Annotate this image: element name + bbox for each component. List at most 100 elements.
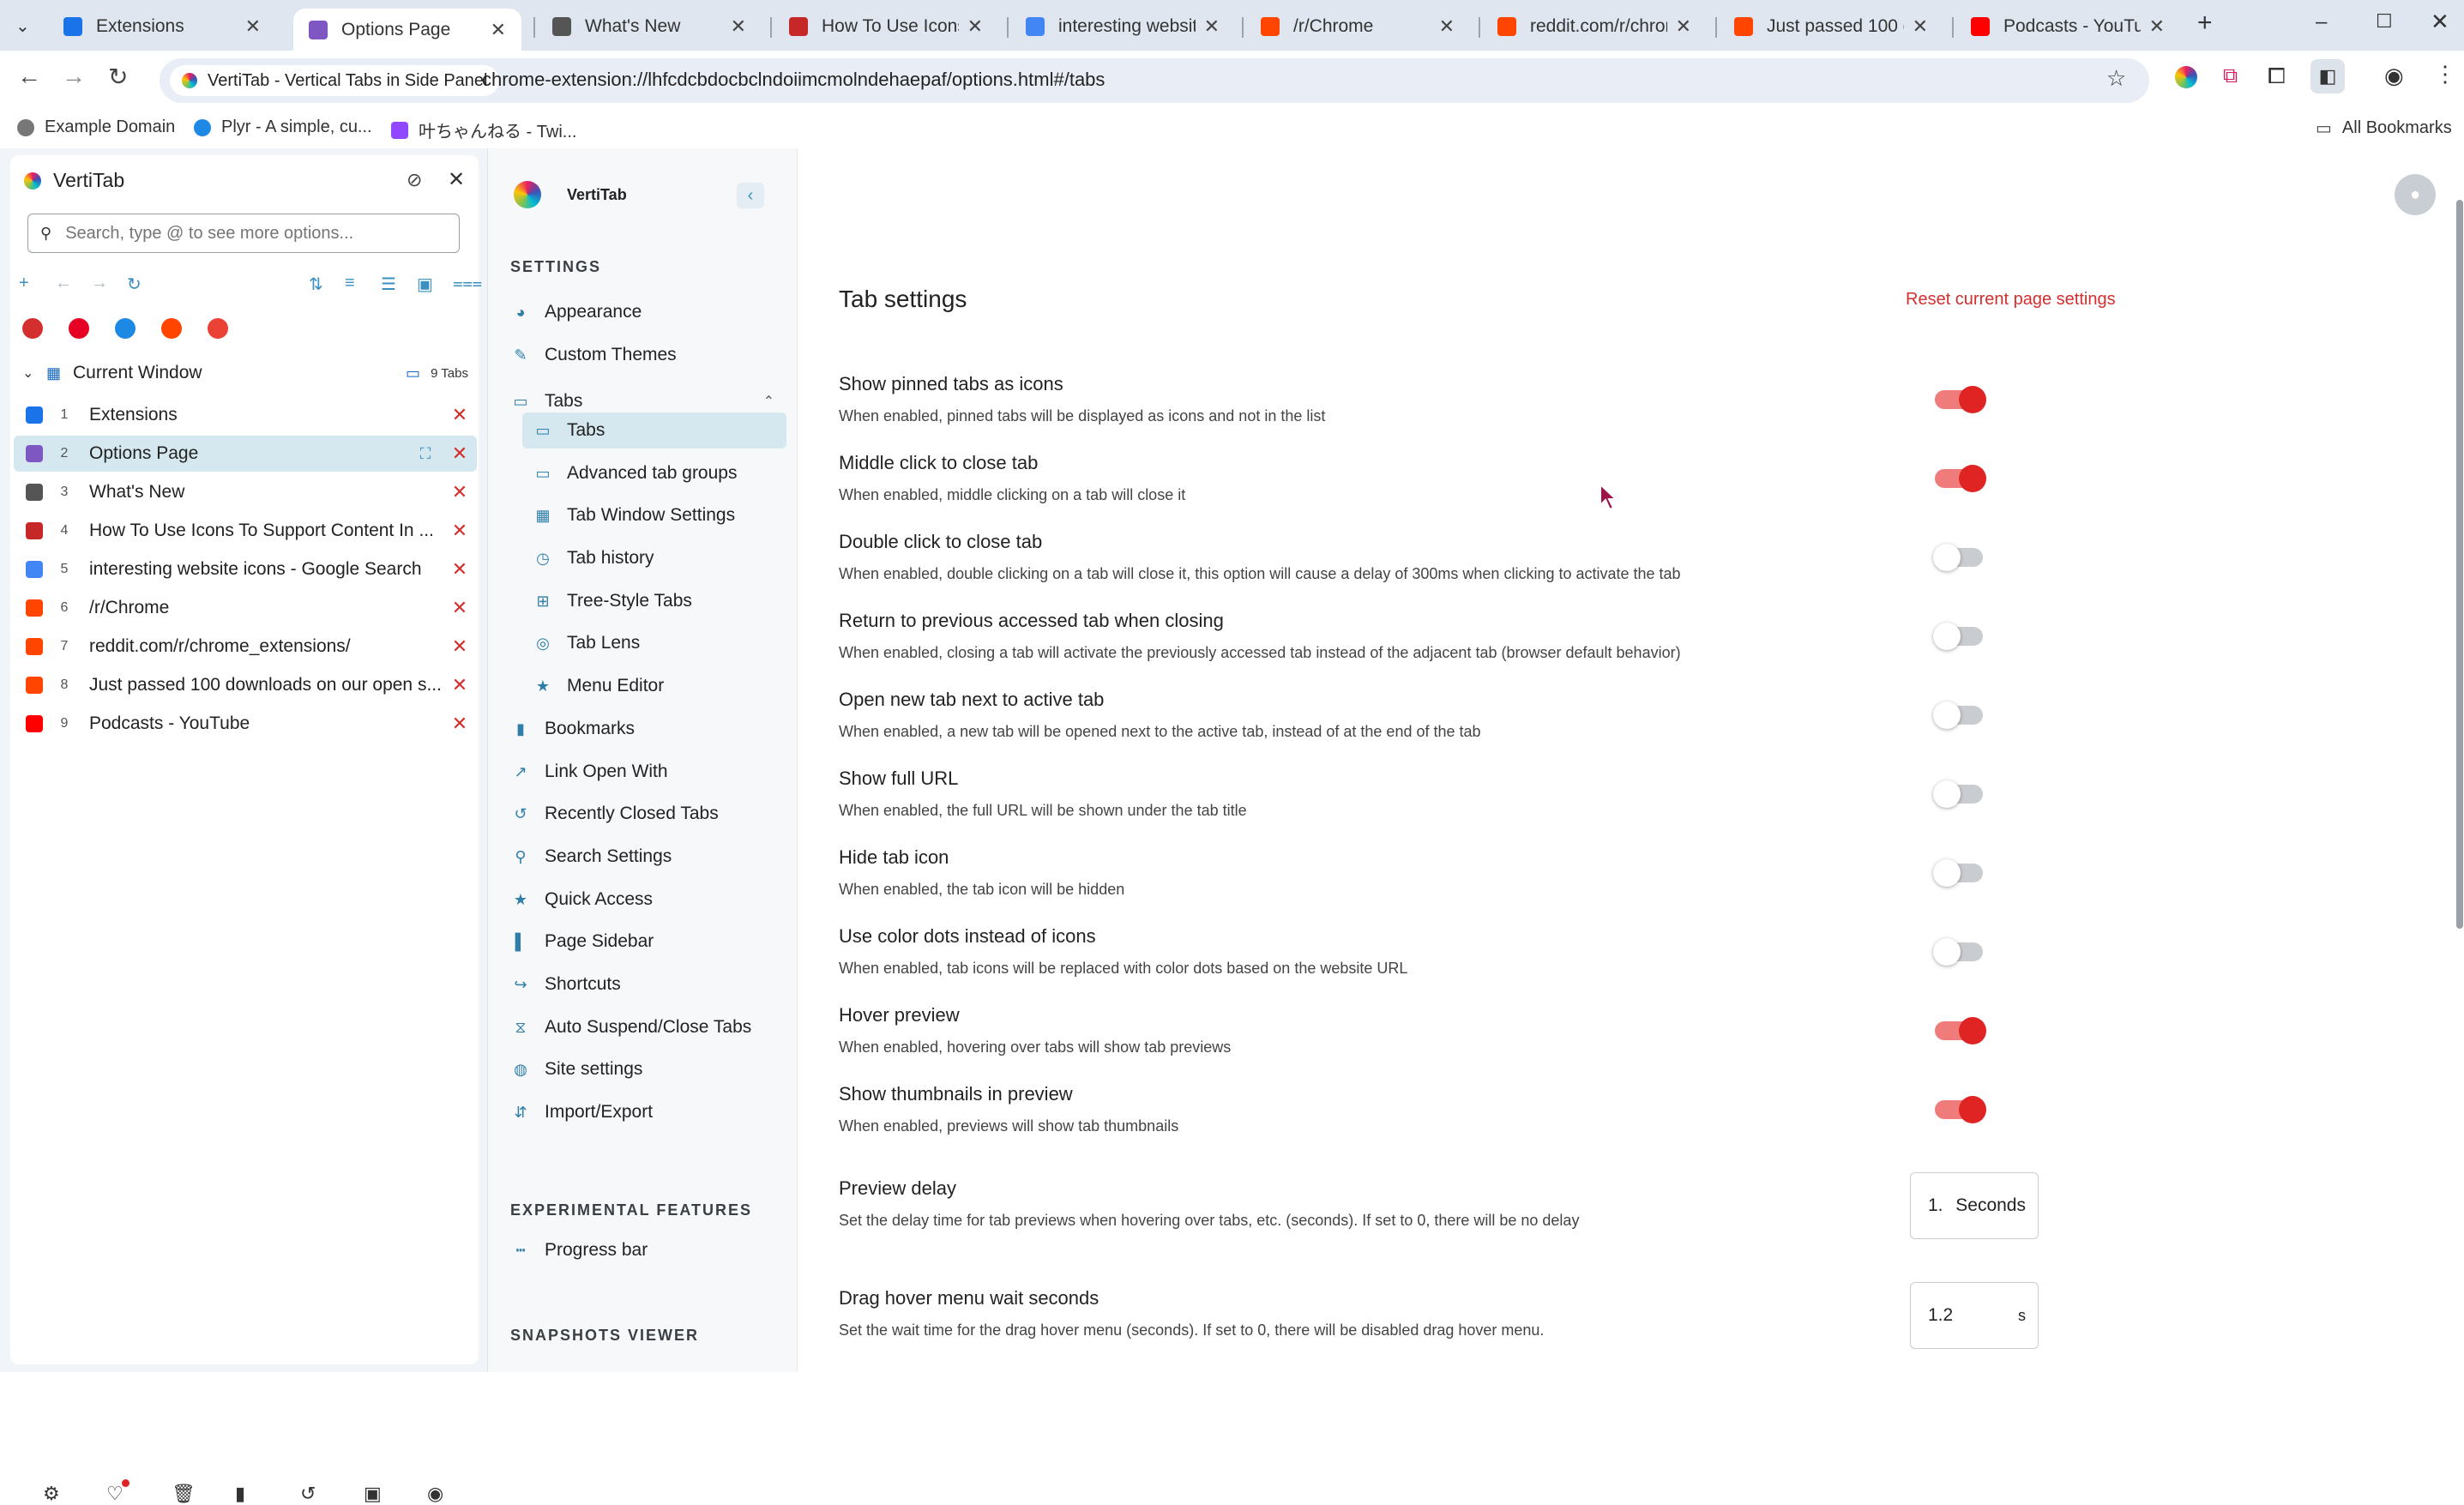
nav-item-site-settings[interactable]: ◍ Site settings [500, 1051, 786, 1087]
close-tab-icon[interactable]: ✕ [443, 442, 477, 465]
close-tab-icon[interactable]: ✕ [491, 19, 506, 41]
close-tab-icon[interactable]: ✕ [443, 558, 477, 581]
browser-tab[interactable]: reddit.com/r/chrom ✕ [1482, 9, 1707, 45]
nav-item-import-export[interactable]: ⇵ Import/Export [500, 1094, 786, 1130]
bookmark-item[interactable]: Plyr - A simple, cu... [194, 117, 372, 137]
close-tab-icon[interactable]: ✕ [245, 15, 261, 38]
toggle-switch[interactable] [1933, 780, 1983, 808]
nav-item-menu-editor[interactable]: ★ Menu Editor [522, 668, 786, 704]
close-tab-icon[interactable]: ✕ [1676, 15, 1691, 38]
forward-icon[interactable]: → [91, 274, 108, 293]
nav-item-tab-lens[interactable]: ◎ Tab Lens [522, 625, 786, 661]
pinned-tab-icon[interactable] [161, 318, 182, 339]
preview-delay-value[interactable] [1928, 1195, 1954, 1216]
nav-item-custom-themes[interactable]: ✎ Custom Themes [500, 337, 786, 373]
screenshot-tab-icon[interactable]: ⛶ [408, 445, 443, 463]
close-tab-icon[interactable]: ✕ [967, 15, 983, 38]
reset-settings-link[interactable]: Reset current page settings [1906, 290, 2116, 310]
address-bar[interactable]: VertiTab - Vertical Tabs in Side Panel c… [160, 58, 2149, 103]
new-tab-icon[interactable]: + [19, 274, 29, 293]
toggle-switch[interactable] [1933, 544, 1983, 571]
pinned-tab-icon[interactable] [115, 318, 136, 339]
nav-item-page-sidebar[interactable]: ▌ Page Sidebar [500, 924, 786, 960]
nav-item-recently-closed-tabs[interactable]: ↺ Recently Closed Tabs [500, 796, 786, 832]
pinned-tab-icon[interactable] [208, 318, 228, 339]
panel-tab-item[interactable]: 6/r/Chrome ✕ [14, 590, 477, 626]
back-button[interactable]: ← [17, 63, 41, 90]
window-group-header[interactable]: ⌄ ▦ Current Window ▭ 9 Tabs [22, 359, 468, 387]
panel-tab-item[interactable]: 1 Extensions ✕ [14, 397, 477, 433]
browser-tab[interactable]: How To Use Icons To ✕ [774, 9, 998, 45]
toggle-switch[interactable] [1933, 701, 1983, 729]
drag-hover-input[interactable]: s [1910, 1282, 2039, 1349]
tab-search-chevron-icon[interactable]: ⌄ [15, 15, 30, 37]
close-tab-icon[interactable]: ✕ [443, 674, 477, 696]
bookmark-item[interactable]: 叶ちゃんねる - Twi... [391, 117, 576, 142]
minimize-button[interactable]: – [2316, 10, 2327, 34]
nav-item-link-open-with[interactable]: ↗ Link Open With [500, 754, 786, 790]
nav-item-quick-access[interactable]: ★ Quick Access [500, 882, 786, 918]
panel-tab-item[interactable]: 9 Podcasts - YouTube ✕ [14, 706, 477, 742]
favorites-icon[interactable]: ♡ [106, 1483, 124, 1505]
nav-item-progress-bar[interactable]: ┅ Progress bar [500, 1232, 786, 1268]
side-panel-toggle-icon[interactable]: ◧ [2310, 59, 2345, 93]
panel-tab-item[interactable]: 3 What's New ✕ [14, 474, 477, 510]
profile-icon[interactable]: ◉ [2384, 63, 2404, 89]
bookmark-icon[interactable]: ▮ [235, 1483, 245, 1505]
nav-item-shortcuts[interactable]: ↪ Shortcuts [500, 966, 786, 1002]
reload-button[interactable]: ↻ [108, 63, 128, 91]
scrollbar[interactable] [2456, 200, 2463, 929]
panel-tab-item[interactable]: 8 Just passed 100 downloads on our open s… [14, 667, 477, 703]
collapse-icon[interactable]: ⩶ [453, 274, 482, 293]
history-icon[interactable]: ↺ [300, 1483, 316, 1505]
settings-gear-icon[interactable]: ⚙ [43, 1483, 60, 1505]
browser-tab[interactable]: interesting website ✕ [1010, 9, 1235, 45]
nav-item-tabs[interactable]: ▭ Tabs [522, 412, 786, 448]
nav-item-search-settings[interactable]: ⚲ Search Settings [500, 839, 786, 875]
unpin-icon[interactable]: ⊘ [407, 169, 422, 191]
search-field[interactable] [63, 222, 445, 244]
browser-tab[interactable]: Options Page ✕ [293, 9, 521, 51]
user-avatar[interactable]: ● [2395, 174, 2436, 215]
refresh-icon[interactable]: ↻ [127, 274, 142, 295]
browser-tab[interactable]: Just passed 100 do ✕ [1719, 9, 1943, 45]
nav-item-tab-history[interactable]: ◷ Tab history [522, 540, 786, 576]
toggle-switch[interactable] [1933, 859, 1983, 887]
toggle-switch[interactable] [1935, 465, 1986, 492]
browser-tab[interactable]: /r/Chrome ✕ [1245, 9, 1470, 45]
close-tab-icon[interactable]: ✕ [1439, 15, 1455, 38]
pinned-tab-icon[interactable] [69, 318, 89, 339]
chevron-up-icon[interactable]: ⌃ [763, 393, 774, 410]
screenshot-icon[interactable]: ▣ [417, 274, 433, 295]
close-tab-icon[interactable]: ✕ [443, 520, 477, 542]
panel-tab-item[interactable]: 5 interesting website icons - Google Sear… [14, 551, 477, 587]
drag-hover-value[interactable] [1928, 1305, 1971, 1326]
forward-button[interactable]: → [62, 63, 86, 90]
sort-az-icon[interactable]: ⇅ [309, 274, 323, 295]
close-tab-icon[interactable]: ✕ [443, 597, 477, 619]
close-panel-icon[interactable]: ✕ [448, 167, 465, 192]
close-tab-icon[interactable]: ✕ [731, 15, 746, 38]
bookmark-item[interactable]: Example Domain [17, 117, 175, 137]
nav-item-tree-style-tabs[interactable]: ⊞ Tree-Style Tabs [522, 583, 786, 619]
pinned-tab-icon[interactable] [22, 318, 43, 339]
new-tab-button[interactable]: + [2197, 9, 2213, 38]
filter-icon[interactable]: ≡ [345, 274, 355, 293]
browser-tab[interactable]: Podcasts - YouTube ✕ [1955, 9, 2180, 45]
extension-chip[interactable]: VertiTab - Vertical Tabs in Side Panel [170, 65, 500, 96]
bookmark-star-icon[interactable]: ☆ [2106, 65, 2126, 92]
toggle-switch[interactable] [1933, 623, 1983, 650]
account-icon[interactable]: ◉ [427, 1483, 443, 1505]
menu-kebab-icon[interactable]: ⋮ [2434, 61, 2456, 87]
toggle-switch[interactable] [1935, 1096, 1986, 1123]
list-view-icon[interactable]: ☰ [381, 274, 396, 295]
close-tab-icon[interactable]: ✕ [1204, 15, 1220, 38]
toggle-switch[interactable] [1933, 938, 1983, 966]
close-tab-icon[interactable]: ✕ [443, 404, 477, 426]
panel-tab-item[interactable]: 2 Options Page ⛶ ✕ [14, 436, 477, 472]
maximize-button[interactable]: ☐ [2376, 10, 2393, 33]
nav-item-appearance[interactable]: ◕ Appearance [500, 294, 786, 330]
close-tab-icon[interactable]: ✕ [443, 713, 477, 735]
browser-tab[interactable]: Extensions ✕ [48, 9, 276, 45]
toggle-switch[interactable] [1935, 386, 1986, 413]
